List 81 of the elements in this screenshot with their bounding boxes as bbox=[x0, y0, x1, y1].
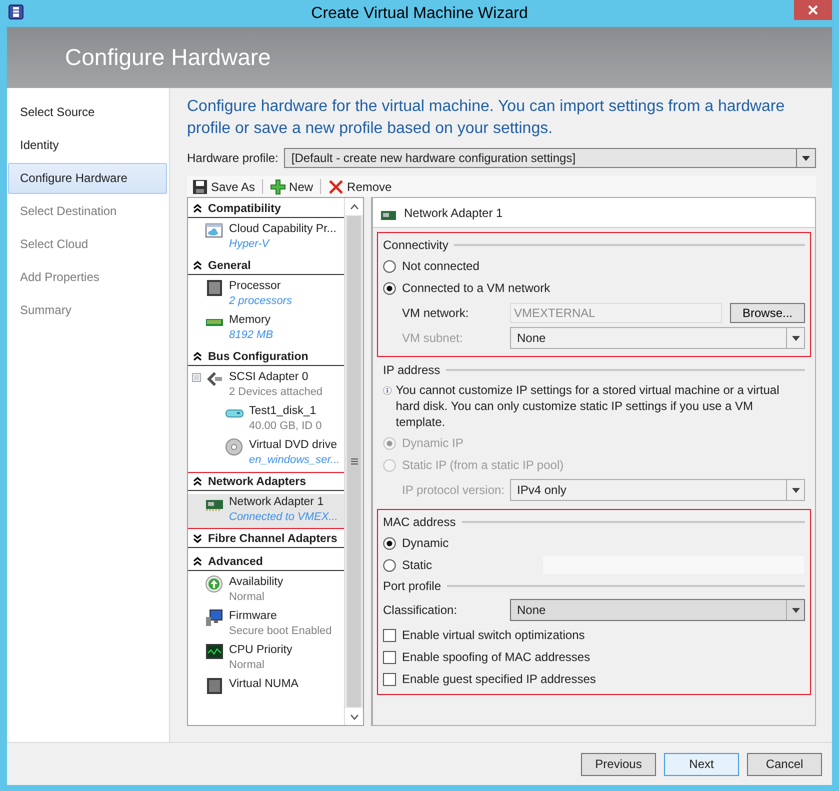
option-label: Connected to a VM network bbox=[402, 281, 550, 295]
intro-text: Configure hardware for the virtual machine. You can import settings from a hardware profile or save a new profile based on your settings. bbox=[187, 97, 786, 139]
option-label: Enable spoofing of MAC addresses bbox=[402, 650, 590, 664]
nav-step[interactable]: Identity bbox=[8, 130, 167, 161]
nav-step[interactable]: Select Source bbox=[8, 97, 167, 128]
caret-icon bbox=[792, 608, 800, 612]
hardware-item[interactable]: Availability Normal bbox=[188, 574, 344, 608]
monitor-icon bbox=[205, 609, 224, 627]
wizard-button[interactable]: Cancel bbox=[747, 752, 822, 776]
hardware-item[interactable]: Firmware Secure boot Enabled bbox=[188, 608, 344, 642]
field-label: Hardware profile: bbox=[187, 151, 278, 165]
browse-button[interactable]: Browse... bbox=[730, 303, 805, 323]
section-title: MAC address bbox=[383, 515, 456, 529]
x-mark-icon bbox=[328, 178, 344, 194]
page-title: Configure Hardware bbox=[65, 44, 271, 71]
info-message: You cannot customize IP settings for a stored virtual machine or a virtual hard disk. You can only customize static IP settings if you use a VM template. bbox=[396, 382, 780, 430]
toolbar-button[interactable]: Remove bbox=[325, 178, 395, 194]
dropdown-field[interactable]: [Default - create new hardware configuration settings] bbox=[284, 148, 816, 168]
graph-screen-icon bbox=[205, 643, 224, 661]
option-label: Enable virtual switch optimizations bbox=[402, 628, 585, 642]
option-label: Not connected bbox=[402, 259, 480, 273]
wizard-button[interactable]: Previous bbox=[581, 752, 656, 776]
double-chevron-up-icon bbox=[193, 352, 202, 361]
option-label: Static IP (from a static IP pool) bbox=[402, 458, 564, 472]
caret-icon bbox=[792, 488, 800, 492]
section-title: Connectivity bbox=[383, 238, 448, 252]
chip-icon bbox=[205, 677, 224, 695]
window-title: Create Virtual Machine Wizard bbox=[311, 4, 528, 24]
grip-icon bbox=[350, 458, 358, 465]
save-icon bbox=[192, 178, 208, 194]
disc-icon bbox=[225, 438, 244, 456]
hardware-item[interactable]: CPU Priority Normal bbox=[188, 642, 344, 676]
hardware-item[interactable]: Memory 8192 MB bbox=[188, 312, 344, 346]
caret-icon bbox=[802, 156, 810, 160]
dropdown-field[interactable]: None bbox=[510, 599, 805, 621]
hardware-item[interactable]: SCSI Adapter 0 2 Devices attached bbox=[188, 369, 344, 403]
option-label: Dynamic bbox=[402, 536, 449, 550]
hardware-item[interactable]: Processor 2 processors bbox=[188, 278, 344, 312]
panel-title: Network Adapter 1 bbox=[404, 206, 503, 220]
hardware-item[interactable]: Virtual DVD drive en_windows_ser... bbox=[188, 437, 344, 471]
field-label: IP protocol version: bbox=[402, 483, 506, 497]
group-header[interactable]: Bus Configuration bbox=[188, 348, 344, 366]
field-label: VM network: bbox=[402, 306, 470, 320]
double-chevron-up-icon bbox=[193, 261, 202, 270]
chevron-down-icon bbox=[350, 714, 358, 720]
group-header[interactable]: Compatibility bbox=[188, 200, 344, 218]
section-title: Port profile bbox=[383, 579, 442, 593]
nav-step[interactable]: Configure Hardware bbox=[8, 163, 167, 194]
hardware-item[interactable]: Network Adapter 1 Connected to VMEX... bbox=[188, 494, 344, 528]
chevron-up-icon bbox=[350, 204, 358, 210]
hardware-item[interactable]: Test1_disk_1 40.00 GB, ID 0 bbox=[188, 403, 344, 437]
close-button[interactable] bbox=[794, 0, 832, 20]
toolbar-button[interactable]: Save As bbox=[189, 178, 258, 194]
connector-icon bbox=[205, 370, 224, 388]
group-header[interactable]: Fibre Channel Adapters bbox=[188, 530, 344, 548]
double-chevron-down-icon bbox=[193, 534, 202, 543]
chip-icon bbox=[205, 279, 224, 297]
option-label: Static bbox=[402, 558, 432, 572]
double-chevron-up-icon bbox=[193, 557, 202, 566]
cloud-window-icon bbox=[205, 222, 224, 240]
app-icon bbox=[8, 4, 24, 20]
toolbar-button[interactable]: New bbox=[267, 178, 316, 194]
group-header[interactable]: General bbox=[188, 257, 344, 275]
hardware-item[interactable]: Virtual NUMA bbox=[188, 676, 344, 701]
double-chevron-up-icon bbox=[193, 477, 202, 486]
group-header[interactable]: Network Adapters bbox=[188, 473, 344, 491]
field-label: VM subnet: bbox=[402, 331, 464, 345]
field-label: Classification: bbox=[383, 603, 458, 617]
option-label: Enable guest specified IP addresses bbox=[402, 672, 596, 686]
wizard-button[interactable]: Next bbox=[664, 752, 739, 776]
caret-icon bbox=[792, 336, 800, 340]
group-header[interactable]: Advanced bbox=[188, 553, 344, 571]
plus-icon bbox=[270, 178, 286, 194]
double-chevron-up-icon bbox=[193, 204, 202, 213]
option-label: Dynamic IP bbox=[402, 436, 464, 450]
close-icon bbox=[808, 5, 818, 15]
scrollbar[interactable] bbox=[344, 198, 363, 725]
dropdown-field[interactable]: None bbox=[510, 327, 805, 349]
section-title: IP address bbox=[383, 363, 440, 377]
dropdown-field[interactable]: IPv4 only bbox=[510, 479, 805, 501]
hardware-item[interactable]: Cloud Capability Pr... Hyper-V bbox=[188, 221, 344, 255]
